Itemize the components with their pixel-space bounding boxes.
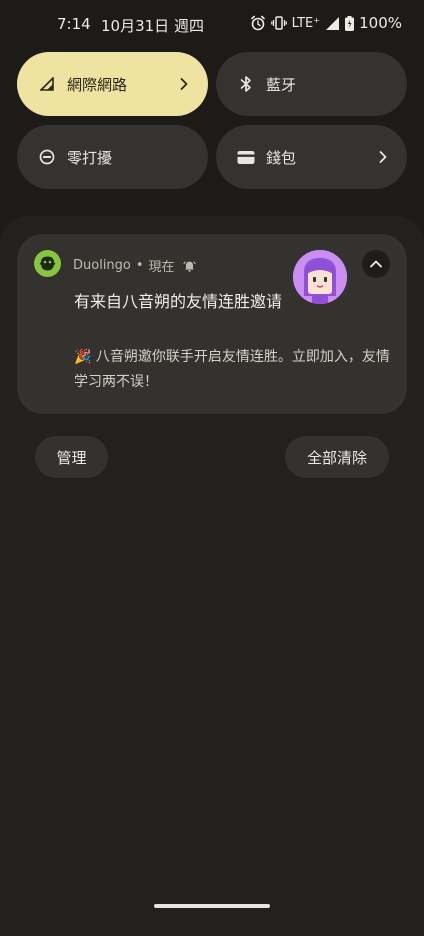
- chevron-up-icon: [369, 259, 383, 269]
- chevron-right-icon: [373, 147, 393, 167]
- status-date: 10月31日 週四: [101, 17, 204, 35]
- chevron-right-icon: [174, 74, 194, 94]
- tile-bluetooth-label: 藍牙: [266, 75, 297, 94]
- signal-icon: [325, 16, 340, 31]
- status-time: 7:14: [57, 15, 91, 33]
- status-icons: LTE⁺ 100%: [250, 14, 402, 32]
- bluetooth-icon: [236, 74, 256, 94]
- collapse-button[interactable]: [362, 250, 390, 278]
- tile-wallet-label: 錢包: [266, 148, 297, 167]
- notification-time: 現在: [148, 260, 175, 275]
- alert-bell-icon: [183, 259, 196, 272]
- status-bar: 7:14 10月31日 週四 LTE⁺ 100%: [0, 0, 424, 50]
- duolingo-owl-icon: [34, 250, 61, 277]
- gesture-nav-handle[interactable]: [154, 904, 270, 908]
- manage-button[interactable]: 管理: [35, 436, 108, 478]
- tile-do-not-disturb[interactable]: 零打擾: [17, 125, 208, 189]
- battery-percent: 100%: [359, 14, 402, 32]
- tile-internet[interactable]: 網際網路: [17, 52, 208, 116]
- battery-icon: [345, 15, 355, 31]
- sender-avatar: [293, 250, 347, 304]
- header-separator: •: [135, 258, 144, 273]
- notification-app-name: Duolingo: [73, 258, 131, 273]
- do-not-disturb-icon: [37, 147, 57, 167]
- vibrate-icon: [270, 15, 287, 31]
- clear-all-button[interactable]: 全部清除: [285, 436, 389, 478]
- tile-bluetooth[interactable]: 藍牙: [216, 52, 407, 116]
- notification-body: 🎉 八音朔邀你联手开启友情连胜。立即加入，友情学习两不误！: [74, 349, 390, 390]
- tile-wallet[interactable]: 錢包: [216, 125, 407, 189]
- alarm-icon: [250, 15, 266, 31]
- notification-header: Duolingo • 現在: [73, 256, 196, 275]
- tile-dnd-label: 零打擾: [67, 148, 113, 167]
- notification-title: 有来自八音朔的友情连胜邀请: [74, 292, 283, 311]
- tile-internet-label: 網際網路: [67, 75, 128, 94]
- signal-icon: [37, 74, 57, 94]
- wallet-icon: [236, 147, 256, 167]
- network-type: LTE⁺: [291, 15, 321, 31]
